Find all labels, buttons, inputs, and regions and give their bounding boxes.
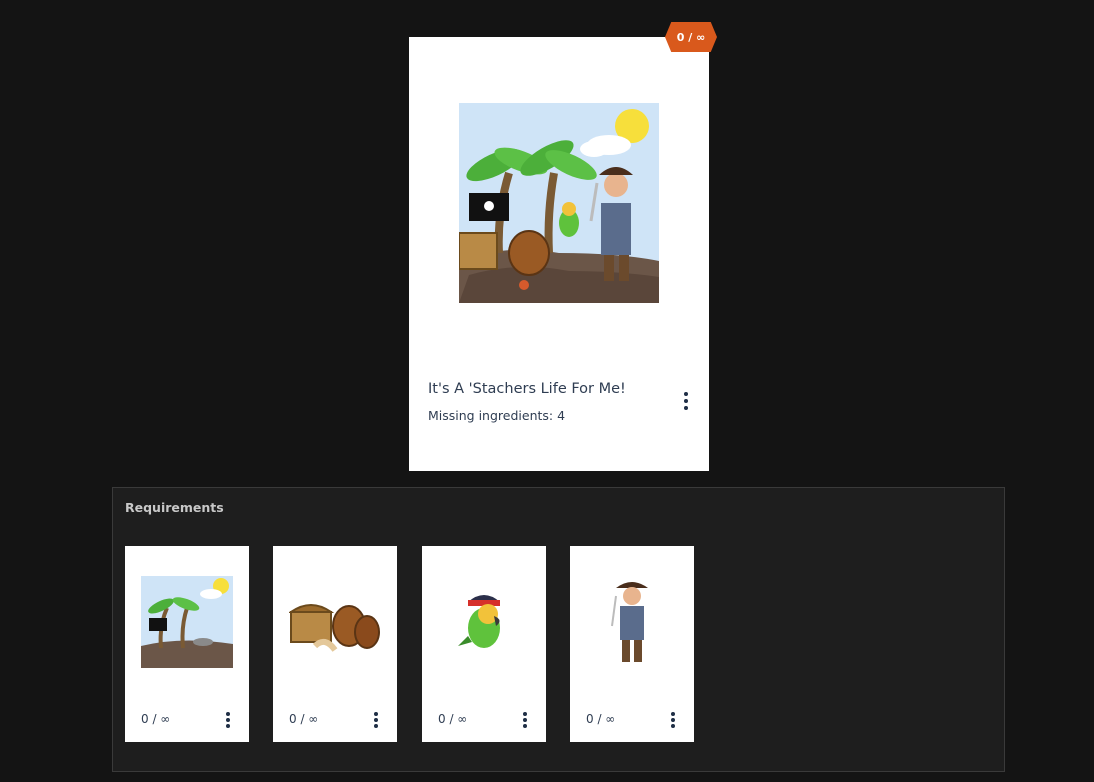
- item-title: It's A 'Stachers Life For Me!: [428, 381, 626, 397]
- requirement-count: 0 / ∞: [289, 712, 319, 726]
- island-icon: [141, 576, 233, 668]
- requirement-card-treasure[interactable]: 0 / ∞: [273, 546, 397, 742]
- requirement-card-island[interactable]: 0 / ∞: [125, 546, 249, 742]
- pirate-parrot-icon: [458, 595, 500, 648]
- requirement-card-pirate[interactable]: 0 / ∞: [570, 546, 694, 742]
- requirement-count: 0 / ∞: [438, 712, 468, 726]
- treasure-chest-barrels-icon: [289, 604, 380, 652]
- more-options-icon[interactable]: [666, 712, 680, 728]
- missing-ingredients-text: Missing ingredients: 4: [428, 408, 566, 423]
- count-badge: 0 / ∞: [665, 22, 717, 52]
- page: It's A 'Stachers Life For Me! Missing in…: [0, 0, 1094, 782]
- more-options-icon[interactable]: [221, 712, 235, 728]
- requirements-title: Requirements: [125, 500, 224, 515]
- requirement-card-parrot[interactable]: 0 / ∞: [422, 546, 546, 742]
- main-item-card[interactable]: It's A 'Stachers Life For Me! Missing in…: [409, 37, 709, 471]
- more-options-icon[interactable]: [369, 712, 383, 728]
- requirement-count: 0 / ∞: [141, 712, 171, 726]
- requirements-panel: Requirements 0 / ∞ 0 / ∞ 0 / ∞ 0 / ∞: [112, 487, 1005, 772]
- pirate-island-scene-icon: [459, 103, 659, 303]
- more-options-icon[interactable]: [679, 392, 693, 410]
- more-options-icon[interactable]: [518, 712, 532, 728]
- requirement-count: 0 / ∞: [586, 712, 616, 726]
- pirate-captain-icon: [611, 582, 648, 662]
